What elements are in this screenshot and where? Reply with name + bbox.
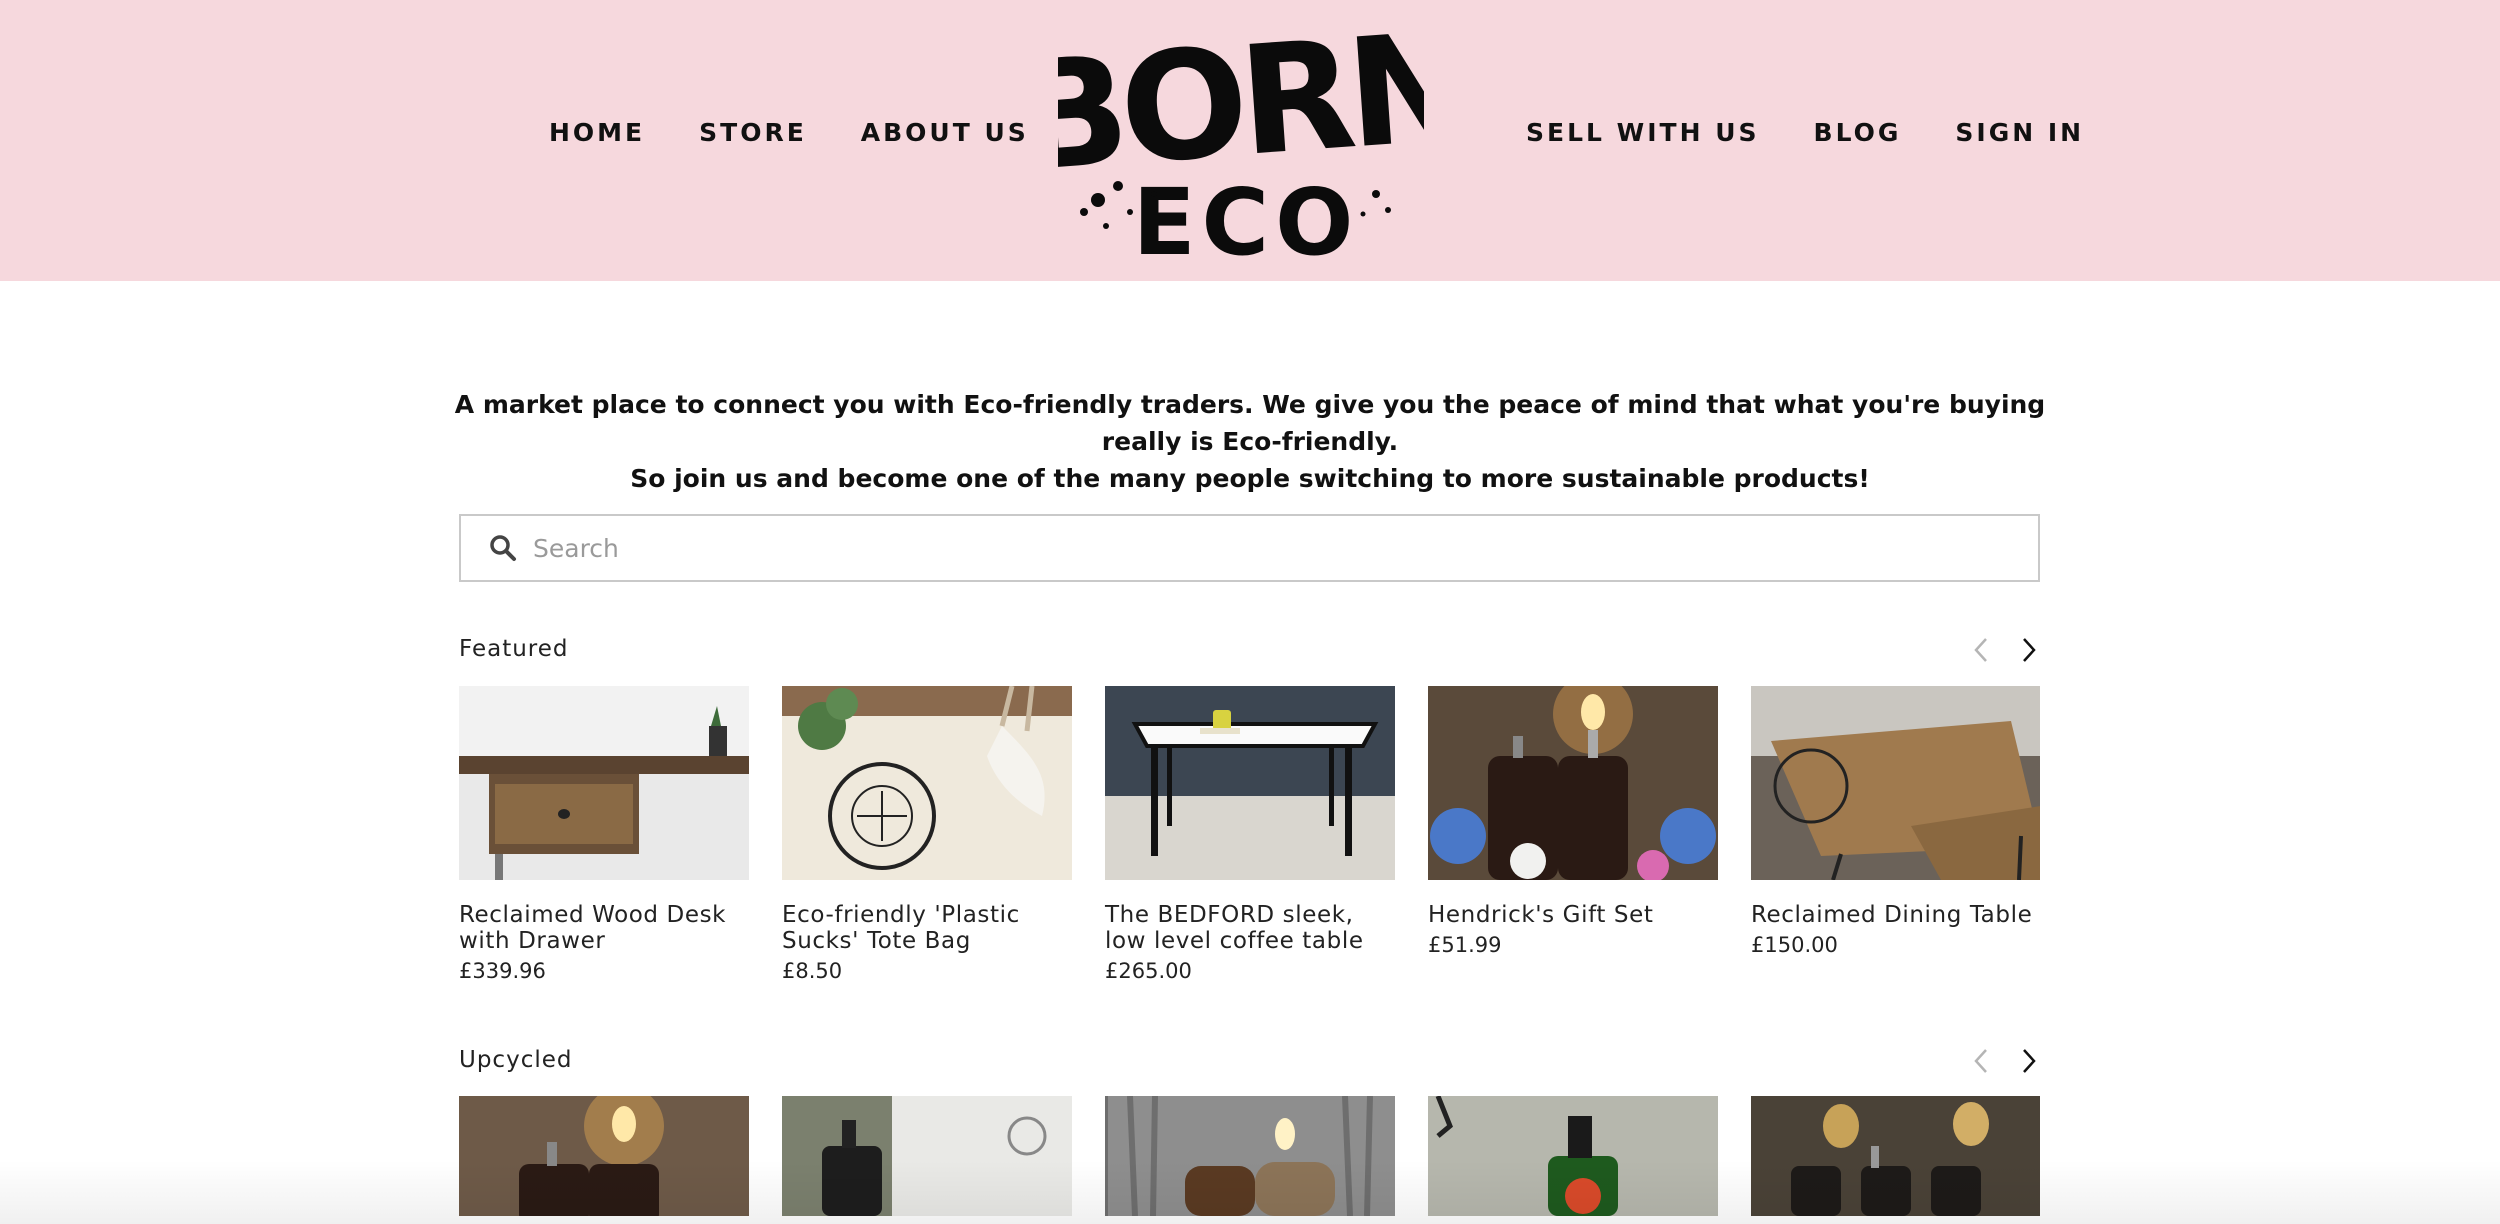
product-card[interactable]: The BEDFORD sleek, low level coffee tabl… (1105, 686, 1395, 983)
carousel-next-icon[interactable] (2018, 636, 2038, 664)
search-icon (490, 535, 516, 561)
nav-blog[interactable]: BLOG (1814, 118, 1902, 147)
featured-products-row: Reclaimed Wood Desk with Drawer £339.96 … (459, 686, 2040, 983)
intro-line-2: So join us and become one of the many pe… (630, 464, 1870, 493)
product-card[interactable] (782, 1096, 1072, 1216)
product-name[interactable]: Reclaimed Dining Table (1751, 902, 2040, 928)
product-image-dining-table[interactable] (1751, 686, 2040, 880)
search-input[interactable] (533, 518, 2038, 578)
product-card[interactable] (459, 1096, 749, 1216)
product-image-bottle-dispenser[interactable] (782, 1096, 1072, 1216)
product-image-jar-lamps[interactable] (1105, 1096, 1395, 1216)
born-eco-logo[interactable]: BORN ECO (1058, 14, 1424, 264)
upcycled-products-row (459, 1096, 2040, 1216)
product-card[interactable] (1751, 1096, 2040, 1216)
product-card[interactable]: Eco-friendly 'Plastic Sucks' Tote Bag £8… (782, 686, 1072, 983)
search-bar[interactable] (459, 514, 2040, 582)
product-price: £339.96 (459, 959, 546, 983)
upcycled-title: Upcycled (459, 1047, 573, 1073)
upcycled-carousel-controls (1972, 1047, 2038, 1075)
product-name[interactable]: Hendrick's Gift Set (1428, 902, 1718, 928)
product-image-green-bottle[interactable] (1428, 1096, 1718, 1216)
nav-sign-in[interactable]: SIGN IN (1955, 118, 2084, 147)
product-card[interactable] (1428, 1096, 1718, 1216)
svg-text:ECO: ECO (1133, 169, 1360, 264)
product-image-bottle-lamp[interactable] (459, 1096, 749, 1216)
carousel-prev-icon[interactable] (1972, 1047, 1992, 1075)
nav-store[interactable]: STORE (699, 118, 807, 147)
primary-nav-right: SELL WITH US BLOG SIGN IN (1526, 118, 2084, 147)
product-image-tote-bag[interactable] (782, 686, 1072, 880)
nav-about-us[interactable]: ABOUT US (861, 118, 1029, 147)
site-header: HOME STORE ABOUT US BORN ECO SELL WITH U… (0, 0, 2500, 281)
product-price: £51.99 (1428, 933, 1502, 957)
product-price: £150.00 (1751, 933, 1838, 957)
intro-text: A market place to connect you with Eco-f… (420, 386, 2080, 497)
nav-sell-with-us[interactable]: SELL WITH US (1526, 118, 1760, 147)
product-card[interactable] (1105, 1096, 1395, 1216)
product-card[interactable]: Hendrick's Gift Set £51.99 (1428, 686, 1718, 983)
product-name[interactable]: Eco-friendly 'Plastic Sucks' Tote Bag (782, 902, 1072, 954)
product-name[interactable]: The BEDFORD sleek, low level coffee tabl… (1105, 902, 1395, 954)
product-image-bottle-lights[interactable] (1751, 1096, 2040, 1216)
product-card[interactable]: Reclaimed Dining Table £150.00 (1751, 686, 2040, 983)
product-price: £265.00 (1105, 959, 1192, 983)
nav-home[interactable]: HOME (549, 118, 645, 147)
featured-carousel-controls (1972, 636, 2038, 664)
product-image-gift-set[interactable] (1428, 686, 1718, 880)
carousel-next-icon[interactable] (2018, 1047, 2038, 1075)
intro-line-1: A market place to connect you with Eco-f… (454, 390, 2046, 456)
featured-title: Featured (459, 636, 569, 662)
product-image-coffee-table[interactable] (1105, 686, 1395, 880)
carousel-prev-icon[interactable] (1972, 636, 1992, 664)
product-image-desk[interactable] (459, 686, 749, 880)
product-price: £8.50 (782, 959, 843, 983)
primary-nav-left: HOME STORE ABOUT US (549, 118, 1029, 147)
product-card[interactable]: Reclaimed Wood Desk with Drawer £339.96 (459, 686, 749, 983)
product-name[interactable]: Reclaimed Wood Desk with Drawer (459, 902, 749, 954)
